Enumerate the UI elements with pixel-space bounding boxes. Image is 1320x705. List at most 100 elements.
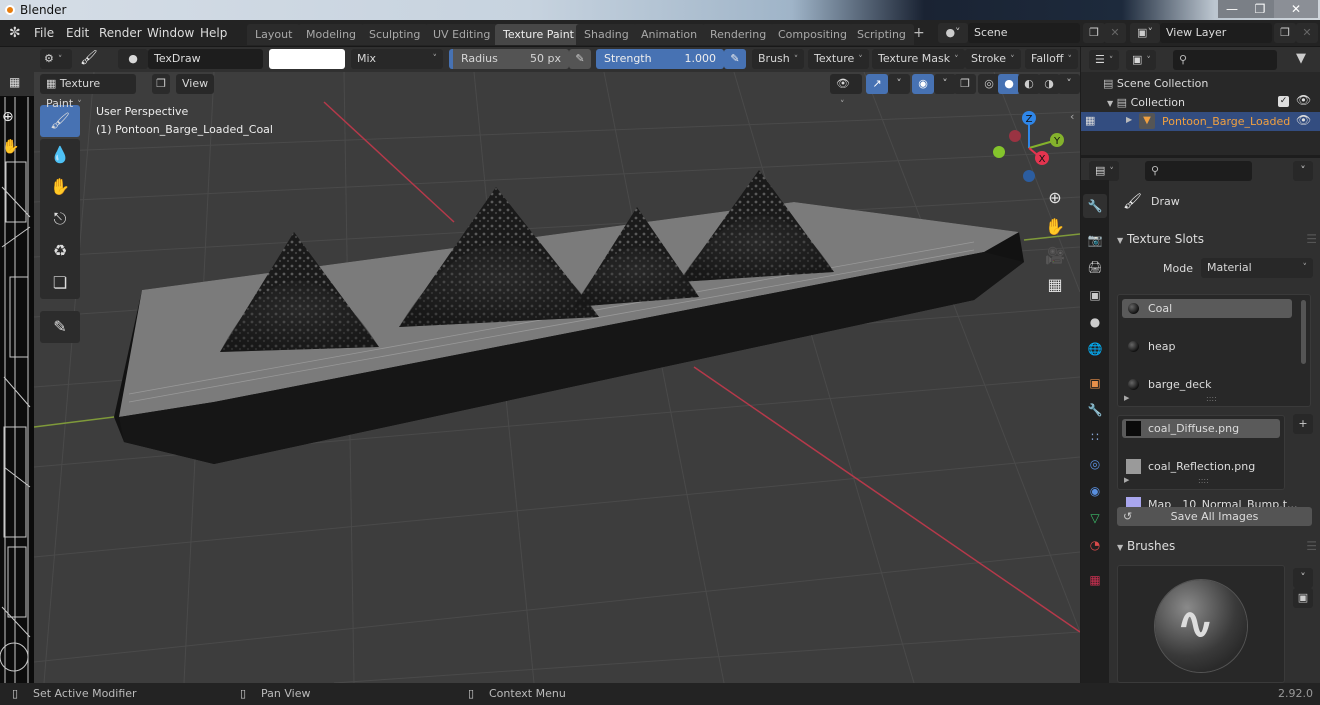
zoom-icon[interactable]: ⊕ [2, 109, 14, 125]
menu-window[interactable]: Window [147, 26, 194, 40]
delete-view-layer-icon[interactable]: ✕ [1296, 23, 1318, 43]
scene-selector-icon[interactable]: ●˅ [938, 23, 968, 43]
view-layer-selector-icon[interactable]: ▣˅ [1130, 23, 1160, 43]
drag-handle-icon[interactable]: ☰ [1306, 227, 1317, 251]
menu-file[interactable]: File [34, 26, 54, 40]
texture-mask-menu[interactable]: Texture Mask ˅ [872, 49, 965, 69]
minimize-button[interactable]: — [1218, 0, 1246, 18]
tab-uv-editing[interactable]: UV Editing [425, 24, 499, 45]
tab-output-icon[interactable]: 🖨 [1083, 255, 1107, 279]
tab-physics-icon[interactable]: ◎ [1083, 452, 1107, 476]
list-expand-icon[interactable]: ▶ [1124, 394, 1129, 402]
add-image-button[interactable]: + [1293, 414, 1313, 434]
texture-slots-header[interactable]: ▼ Texture Slots ☰ [1117, 227, 1317, 251]
close-button[interactable]: ✕ [1274, 0, 1318, 18]
menu-edit[interactable]: Edit [66, 26, 89, 40]
outliner-item-collection[interactable]: ▼ ▤ Collection [1107, 96, 1185, 109]
brush-name-field[interactable]: TexDraw [148, 49, 263, 69]
tab-particles-icon[interactable]: ∷ [1083, 425, 1107, 449]
menu-render[interactable]: Render [99, 26, 142, 40]
ortho-toggle-icon[interactable]: ▦ [1042, 272, 1068, 298]
tab-view-layer-icon[interactable]: ▣ [1083, 283, 1107, 307]
strength-pressure-icon[interactable]: ✎ [724, 49, 746, 69]
camera-view-icon[interactable]: 🎥 [1042, 243, 1068, 269]
radius-slider[interactable]: Radius 50 px [449, 49, 569, 69]
save-all-images-button[interactable]: ↺ Save All Images [1117, 507, 1312, 526]
tab-render-icon[interactable]: 📷 [1083, 228, 1107, 252]
tool-clone[interactable]: ⎋ [40, 203, 80, 235]
radius-pressure-icon[interactable]: ✎ [569, 49, 591, 69]
list-scrollbar[interactable] [1301, 300, 1306, 364]
tab-shading[interactable]: Shading [576, 24, 637, 45]
tab-tool-icon[interactable]: 🔧 [1083, 194, 1107, 218]
image-slot-item[interactable]: coal_Reflection.png [1122, 457, 1280, 476]
tab-world-icon[interactable]: 🌐 [1083, 337, 1107, 361]
tool-options-icon[interactable]: ⚙ ˅ [40, 49, 72, 69]
brushes-header[interactable]: ▼ Brushes ☰ [1117, 534, 1317, 558]
tab-rendering[interactable]: Rendering [702, 24, 775, 45]
outliner-search-input[interactable]: ⚲ [1173, 50, 1277, 70]
blender-logo-icon[interactable]: ✼ [9, 25, 21, 41]
tab-constraints-icon[interactable]: ◉ [1083, 479, 1107, 503]
zoom-view-icon[interactable]: ⊕ [1042, 185, 1068, 211]
tool-annotate[interactable]: ✎ [40, 311, 80, 343]
collection-visibility-icon[interactable]: 👁 [1296, 93, 1311, 107]
mask-toggle-icon[interactable]: ❐ [152, 74, 170, 94]
filter-icon[interactable]: ▼ [1296, 51, 1306, 66]
collection-checkbox[interactable]: ✓ [1278, 96, 1289, 107]
mode-dropdown[interactable]: Material ˅ [1201, 258, 1313, 278]
brush-image-icon[interactable]: ▣ [1293, 588, 1313, 608]
brush-menu[interactable]: Brush ˅ [752, 49, 805, 69]
list-expand-icon[interactable]: ▶ [1124, 476, 1129, 484]
new-scene-icon[interactable]: ❐ [1083, 23, 1105, 43]
texture-menu[interactable]: Texture ˅ [808, 49, 869, 69]
tab-compositing[interactable]: Compositing [770, 24, 855, 45]
tab-texture-paint[interactable]: Texture Paint [495, 24, 582, 45]
view-layer-name-field[interactable]: View Layer [1160, 23, 1272, 43]
mode-dropdown[interactable]: ▦ Texture Paint ˅ [40, 74, 136, 110]
tool-mask[interactable]: ❏ [40, 267, 80, 299]
list-resize-handle[interactable]: :::: [1206, 394, 1217, 403]
tab-object-icon[interactable]: ▣ [1083, 371, 1107, 395]
scene-name-field[interactable]: Scene [968, 23, 1080, 43]
navigation-gizmo[interactable]: Z Y X [989, 108, 1069, 188]
tab-data-icon[interactable]: ▽ [1083, 506, 1107, 530]
brush-dropdown[interactable]: ˅ [1293, 568, 1313, 588]
brush-preview-tile[interactable]: ∿ [1117, 565, 1285, 683]
pan-view-icon[interactable]: ✋ [1042, 214, 1068, 240]
view-menu[interactable]: View [176, 74, 215, 94]
tab-sculpting[interactable]: Sculpting [361, 24, 429, 45]
add-workspace-button[interactable]: + [913, 25, 925, 41]
blend-mode-dropdown[interactable]: Mix ˅ [351, 49, 443, 69]
strength-slider[interactable]: Strength 1.000 [596, 49, 724, 69]
image-slot-item[interactable]: coal_Diffuse.png [1122, 419, 1280, 438]
list-resize-handle[interactable]: :::: [1198, 476, 1209, 485]
material-slot-item[interactable]: heap [1122, 337, 1292, 356]
tab-modifiers-icon[interactable]: 🔧 [1083, 398, 1107, 422]
expand-arrow-icon[interactable]: ▼ [1107, 99, 1113, 108]
sidebar-toggle-icon[interactable]: ‹ [1070, 110, 1074, 123]
outliner-filter-view-icon[interactable]: ▣ ˅ [1126, 50, 1156, 70]
properties-editor-type-icon[interactable]: ▤ ˅ [1089, 161, 1119, 181]
outliner-item-scene-collection[interactable]: ▤ Scene Collection [1103, 77, 1208, 90]
tab-material-icon[interactable]: ◔ [1083, 533, 1107, 557]
object-visibility-icon[interactable]: 👁 [1296, 113, 1311, 127]
tab-animation[interactable]: Animation [633, 24, 706, 45]
hand-pan-icon[interactable]: ✋ [2, 139, 19, 155]
brush-preview-icon[interactable]: ● [118, 49, 148, 69]
brush-color-swatch[interactable] [269, 49, 345, 69]
tab-texture-icon[interactable]: ▦ [1083, 568, 1107, 592]
tool-smear[interactable]: ✋ [40, 171, 80, 203]
tool-soften[interactable]: 💧 [40, 139, 80, 171]
tab-scripting[interactable]: Scripting [849, 24, 914, 45]
drag-handle-icon[interactable]: ☰ [1306, 534, 1317, 558]
delete-scene-icon[interactable]: ✕ [1104, 23, 1126, 43]
restore-button[interactable]: ❐ [1246, 0, 1274, 18]
properties-options-dropdown[interactable]: ˅ [1293, 161, 1313, 181]
stroke-menu[interactable]: Stroke ˅ [965, 49, 1021, 69]
outliner-display-mode-icon[interactable]: ☰ ˅ [1089, 50, 1119, 70]
menu-help[interactable]: Help [200, 26, 227, 40]
3d-viewport[interactable]: 🖌 💧 ✋ ⎋ ♻ ❏ ✎ User Perspective (1) Ponto… [34, 72, 1080, 683]
tab-layout[interactable]: Layout [247, 24, 301, 45]
material-slot-item[interactable]: barge_deck [1122, 375, 1292, 394]
